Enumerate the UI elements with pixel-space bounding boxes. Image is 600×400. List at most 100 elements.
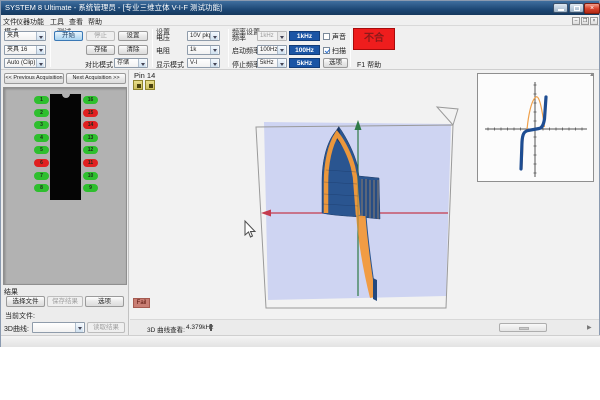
- chevron-down-icon: [138, 59, 146, 67]
- fixture-select[interactable]: 夹具: [4, 31, 46, 41]
- toolbar: 模式 测试 设置 频率设置 夹具 夹具 16 Auto (Clip) 开始 停止…: [1, 26, 599, 70]
- chip-pin-1: 1: [34, 96, 49, 104]
- current-file-label: 当前文件:: [5, 311, 35, 321]
- chevron-down-icon: [277, 32, 285, 40]
- curve-position-marker[interactable]: [210, 324, 212, 331]
- frequency-label: 频率: [232, 33, 246, 43]
- curve-view-bar: 3D 曲线查看: 4.379kHz ▶: [130, 319, 599, 335]
- chip-pin-10: 10: [83, 172, 98, 180]
- start-frequency-display: 100Hz: [289, 45, 320, 55]
- compare-mode-label: 对比模式: [85, 60, 113, 70]
- chip-pin-15: 15: [83, 109, 98, 117]
- vi-curve-plot: [478, 74, 593, 181]
- child-restore-button[interactable]: ❐: [581, 17, 589, 25]
- toolbar-separator: [350, 29, 351, 67]
- chevron-down-icon: [36, 46, 44, 54]
- mouse-cursor: [245, 221, 255, 237]
- clear-button[interactable]: 清除: [118, 45, 148, 55]
- chevron-down-icon: [210, 59, 218, 67]
- status-strip: [1, 335, 600, 347]
- display-mode-select[interactable]: V-I: [187, 58, 220, 68]
- fail-badge: Fail: [133, 298, 150, 308]
- scroll-right-icon[interactable]: ▶: [587, 324, 592, 331]
- resistance-label: 电阻: [156, 46, 170, 56]
- chip-pin-16: 16: [83, 96, 98, 104]
- chevron-down-icon: [210, 46, 218, 54]
- chip-pins-left: 12345678: [34, 96, 49, 192]
- chip-pin-5: 5: [34, 146, 49, 154]
- scroll-up-icon[interactable]: ▲: [589, 72, 595, 78]
- window-title: SYSTEM 8 Ultimate - 系统管理员 - [专业三维立体 V-I-…: [5, 2, 222, 13]
- freq-options-button[interactable]: 选项: [323, 58, 348, 68]
- chip-pin-6: 6: [34, 159, 49, 167]
- fixture-size-select[interactable]: 夹具 16: [4, 45, 46, 55]
- chip-pin-4: 4: [34, 134, 49, 142]
- frequency-select[interactable]: 1kHz: [257, 31, 287, 41]
- chip-pin-11: 11: [83, 159, 98, 167]
- chip-pin-8: 8: [34, 184, 49, 192]
- voltage-select[interactable]: 10V pkpk: [187, 31, 220, 41]
- display-mode-label: 显示模式: [156, 60, 184, 70]
- scrollbar-grip-icon: [519, 327, 529, 330]
- minimize-button[interactable]: [553, 3, 568, 13]
- read-result-button[interactable]: 读取结果: [87, 322, 125, 333]
- curve-select[interactable]: [32, 322, 85, 333]
- scan-checkbox[interactable]: 扫描: [323, 46, 346, 56]
- start-frequency-label: 启动频率: [232, 46, 260, 56]
- voltage-label: 电压: [156, 33, 170, 43]
- vi-curve-inset: [477, 73, 594, 182]
- stop-frequency-display: 5kHz: [289, 58, 320, 68]
- toolbar-separator: [152, 29, 153, 67]
- start-frequency-select[interactable]: 100Hz: [257, 45, 287, 55]
- curve-select-label: 3D曲线:: [4, 324, 29, 334]
- acquisition-panel: << Previous Acquisition Next Acquisition…: [1, 70, 129, 335]
- chevron-down-icon: [277, 59, 285, 67]
- horizontal-scrollbar-thumb[interactable]: [499, 323, 547, 332]
- toolbar-separator: [228, 29, 229, 67]
- chip-diagram: 12345678 161514131211109: [3, 87, 127, 285]
- checkbox-icon: [323, 33, 330, 40]
- chevron-down-icon: [75, 323, 83, 332]
- toolbar-separator: [50, 29, 51, 67]
- title-bar: SYSTEM 8 Ultimate - 系统管理员 - [专业三维立体 V-I-…: [1, 1, 599, 15]
- store-button[interactable]: 存储: [86, 45, 115, 55]
- child-minimize-button[interactable]: –: [572, 17, 580, 25]
- frequency-display: 1kHz: [289, 31, 320, 41]
- inset-measured-curve: [521, 97, 546, 169]
- chevron-down-icon: [210, 32, 218, 40]
- stop-frequency-select[interactable]: 5kHz: [257, 58, 287, 68]
- view-control-button-1[interactable]: [133, 80, 143, 90]
- f1-help-label: F1 帮助: [357, 60, 381, 70]
- chip-pin-14: 14: [83, 121, 98, 129]
- minimize-icon: [558, 9, 564, 11]
- chip-pin-13: 13: [83, 134, 98, 142]
- checkbox-checked-icon: [323, 47, 330, 54]
- auto-clip-select[interactable]: Auto (Clip): [4, 58, 46, 68]
- chip-pin-3: 3: [34, 121, 49, 129]
- compare-mode-select[interactable]: 存储: [114, 58, 148, 68]
- close-icon: ×: [590, 5, 594, 12]
- maximize-icon: [574, 6, 580, 11]
- curve-viewport-panel: Pin 14: [130, 70, 599, 335]
- close-button[interactable]: ×: [584, 3, 600, 14]
- previous-acquisition-button[interactable]: << Previous Acquisition: [4, 73, 64, 84]
- child-close-button[interactable]: ×: [590, 17, 598, 25]
- view-tool-icon: [149, 84, 153, 88]
- curve-view-label: 3D 曲线查看:: [147, 324, 185, 334]
- select-file-button[interactable]: 选择文件: [6, 296, 45, 307]
- verdict-badge: 不合: [353, 28, 395, 50]
- maximize-button[interactable]: [569, 3, 584, 13]
- test-settings-button[interactable]: 设置: [118, 31, 148, 41]
- stop-button[interactable]: 停止: [86, 31, 115, 41]
- chip-notch: [62, 94, 70, 98]
- view-control-button-2[interactable]: [145, 80, 155, 90]
- stop-frequency-label: 停止频率: [232, 60, 260, 70]
- start-button[interactable]: 开始: [54, 31, 83, 41]
- resistance-select[interactable]: 1k: [187, 45, 220, 55]
- sound-checkbox[interactable]: 声音: [323, 32, 346, 42]
- save-result-button[interactable]: 保存结果: [47, 296, 83, 307]
- next-acquisition-button[interactable]: Next Acquisition >>: [66, 73, 126, 84]
- app-window: SYSTEM 8 Ultimate - 系统管理员 - [专业三维立体 V-I-…: [0, 0, 600, 347]
- results-options-button[interactable]: 选项: [85, 296, 124, 307]
- view-tool-icon: [137, 84, 141, 88]
